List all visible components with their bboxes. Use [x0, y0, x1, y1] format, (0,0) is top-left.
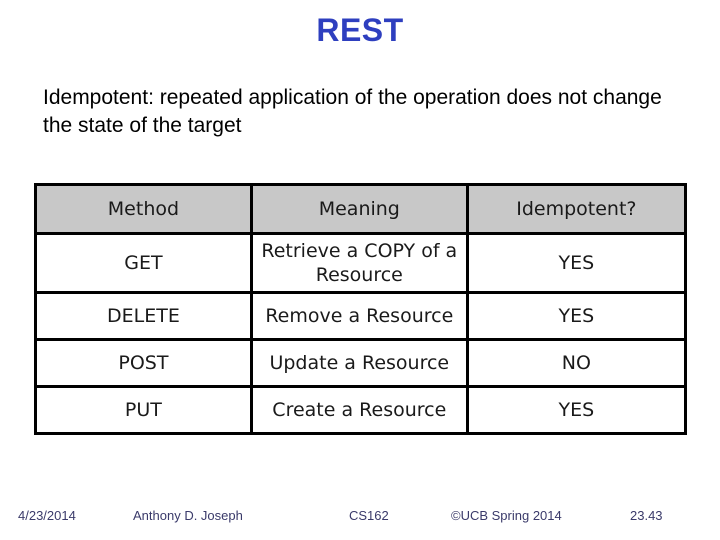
- cell-idempotent: NO: [465, 338, 688, 388]
- table-row: DELETE Remove a Resource YES: [34, 291, 688, 341]
- header-idempotent: Idempotent?: [465, 183, 688, 235]
- cell-meaning: Retrieve a COPY of a Resource: [249, 232, 469, 294]
- table-header-row: Method Meaning Idempotent?: [34, 183, 688, 235]
- cell-meaning: Create a Resource: [249, 385, 469, 435]
- table-row: POST Update a Resource NO: [34, 338, 688, 388]
- cell-idempotent: YES: [465, 232, 688, 294]
- footer-course: CS162: [349, 508, 389, 523]
- table-row: PUT Create a Resource YES: [34, 385, 688, 435]
- header-meaning: Meaning: [249, 183, 469, 235]
- cell-method: GET: [34, 232, 253, 294]
- cell-idempotent: YES: [465, 385, 688, 435]
- cell-meaning: Remove a Resource: [249, 291, 469, 341]
- footer-author: Anthony D. Joseph: [133, 508, 243, 523]
- header-method: Method: [34, 183, 253, 235]
- cell-method: POST: [34, 338, 253, 388]
- footer-slide-number: 23.43: [630, 508, 663, 523]
- table-row: GET Retrieve a COPY of a Resource YES: [34, 232, 688, 294]
- cell-meaning: Update a Resource: [249, 338, 469, 388]
- rest-methods-table: Method Meaning Idempotent? GET Retrieve …: [34, 183, 688, 435]
- cell-idempotent: YES: [465, 291, 688, 341]
- slide-title: REST: [316, 12, 404, 48]
- footer-copyright: ©UCB Spring 2014: [451, 508, 562, 523]
- cell-method: PUT: [34, 385, 253, 435]
- footer-date: 4/23/2014: [18, 508, 76, 523]
- definition-text: Idempotent: repeated application of the …: [43, 86, 662, 137]
- cell-method: DELETE: [34, 291, 253, 341]
